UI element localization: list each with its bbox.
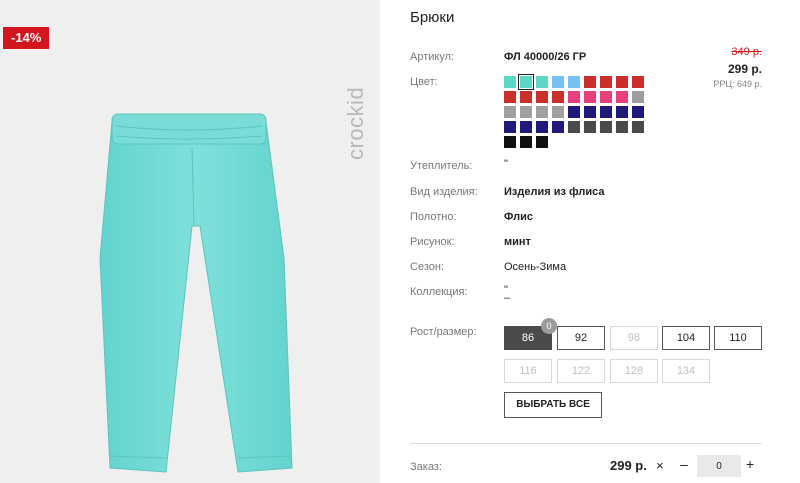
quantity-input[interactable] [697,455,741,477]
season-label: Сезон: [410,261,444,273]
size-option-128: 128 [610,359,658,383]
color-swatch[interactable] [518,74,534,90]
color-swatch[interactable] [552,91,564,103]
collection-value-2: – [504,292,511,304]
size-label: Рост/размер: [410,326,477,338]
color-swatch[interactable] [616,121,628,133]
color-swatch[interactable] [632,76,644,88]
order-label: Заказ: [410,461,442,473]
season-value: Осень-Зима [504,261,567,273]
color-swatch[interactable] [504,106,516,118]
select-all-button[interactable]: ВЫБРАТЬ ВСЕ [504,392,602,418]
size-count-badge: 0 [541,318,557,334]
color-swatch[interactable] [552,121,564,133]
size-option-122: 122 [557,359,605,383]
quantity-decrease-button[interactable]: – [680,456,688,472]
color-swatch[interactable] [552,76,564,88]
insulation-label: Утеплитель: [410,160,473,172]
color-swatch[interactable] [568,76,580,88]
color-label: Цвет: [410,76,438,88]
color-swatch[interactable] [584,76,596,88]
discount-badge: -14% [3,27,50,49]
color-swatch[interactable] [568,106,580,118]
color-swatch[interactable] [584,91,596,103]
color-swatch[interactable] [632,91,644,103]
color-swatch[interactable] [536,136,548,148]
color-swatch[interactable] [600,76,612,88]
color-swatch[interactable] [536,106,548,118]
color-swatch[interactable] [632,106,644,118]
color-swatch[interactable] [584,106,596,118]
color-swatch[interactable] [568,91,580,103]
color-swatch[interactable] [520,91,532,103]
times-icon: × [656,458,664,473]
brand-logo-text: crockid [345,87,368,160]
color-swatch[interactable] [536,76,548,88]
size-option-134: 134 [662,359,710,383]
size-option-104[interactable]: 104 [662,326,710,350]
insulation-value: " [504,158,508,170]
product-title: Брюки [410,9,455,26]
product-photo: -14% crockid [0,0,380,483]
color-swatch[interactable] [632,121,644,133]
fabric-value: Флис [504,211,533,223]
pattern-value: минт [504,236,531,248]
color-swatch[interactable] [616,91,628,103]
color-swatch[interactable] [600,121,612,133]
size-option-110[interactable]: 110 [714,326,762,350]
pants-image [99,113,293,473]
color-swatch[interactable] [536,91,548,103]
color-swatch[interactable] [520,121,532,133]
divider [410,443,762,444]
color-swatch[interactable] [600,106,612,118]
color-swatch[interactable] [504,121,516,133]
color-swatch[interactable] [616,76,628,88]
pattern-label: Рисунок: [410,236,455,248]
size-option-116: 116 [504,359,552,383]
color-swatch[interactable] [520,136,532,148]
color-swatch[interactable] [504,91,516,103]
color-swatch[interactable] [568,121,580,133]
color-swatch[interactable] [504,76,516,88]
type-value: Изделия из флиса [504,186,605,198]
order-price: 299 р. [610,458,647,473]
collection-label: Коллекция: [410,286,468,298]
color-swatch[interactable] [536,121,548,133]
color-swatch[interactable] [552,106,564,118]
color-swatch[interactable] [616,106,628,118]
article-value: ФЛ 40000/26 ГР [504,51,587,63]
article-label: Артикул: [410,51,455,63]
size-option-98: 98 [610,326,658,350]
color-swatch[interactable] [600,91,612,103]
fabric-label: Полотно: [410,211,457,223]
quantity-increase-button[interactable]: + [746,456,754,472]
current-price: 299 р. [727,62,762,76]
color-swatch[interactable] [504,136,516,148]
size-option-92[interactable]: 92 [557,326,605,350]
rrp-price: РРЦ: 649 р. [713,79,762,89]
type-label: Вид изделия: [410,186,478,198]
color-swatch[interactable] [584,121,596,133]
old-price: 349 р. [731,46,762,58]
brand-logo: crockid [345,87,368,160]
color-swatch[interactable] [520,106,532,118]
